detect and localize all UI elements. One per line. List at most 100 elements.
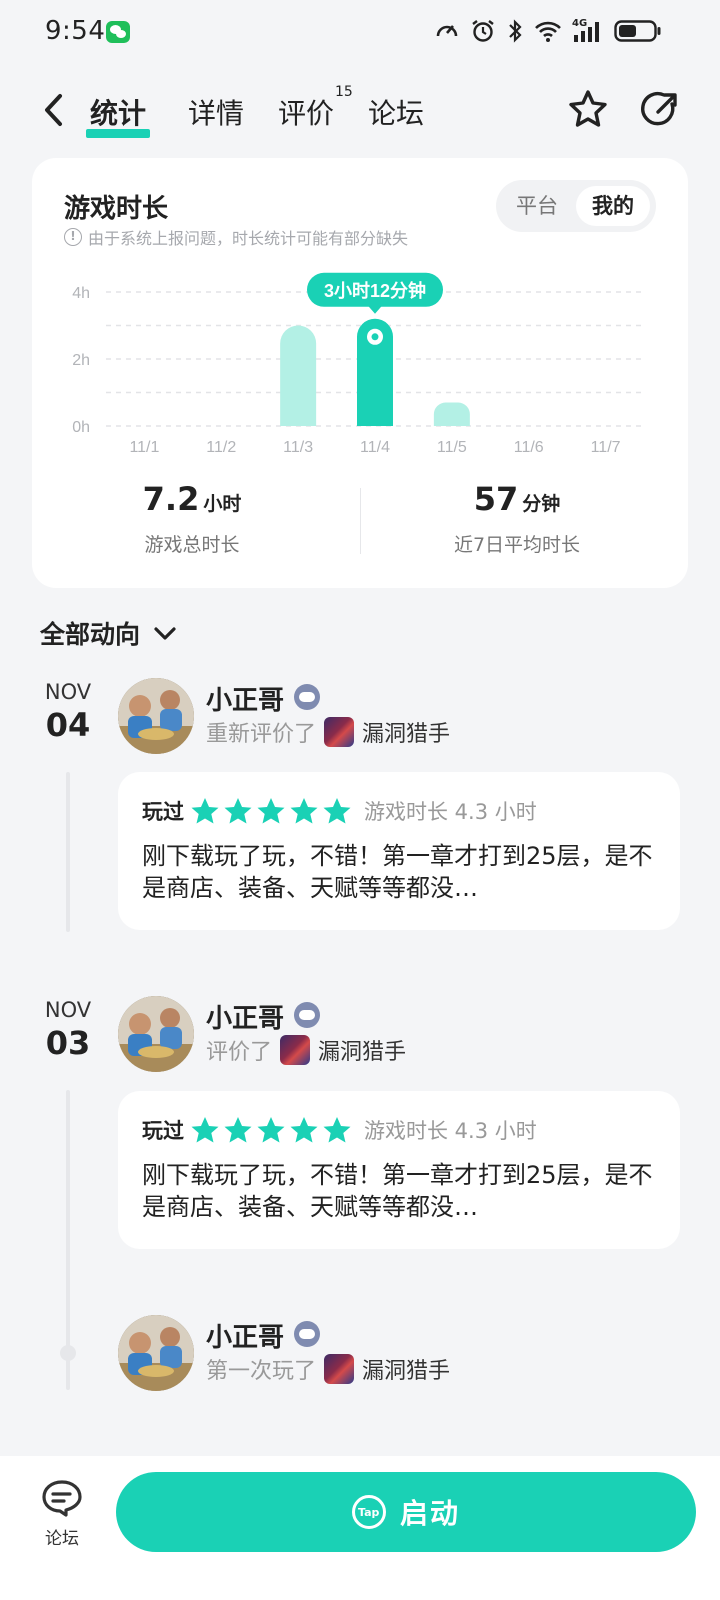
reviews-count-badge: 15: [335, 84, 353, 100]
rating-stars: [190, 796, 352, 826]
user-name[interactable]: 小正哥: [206, 680, 284, 717]
star-icon: [191, 798, 219, 824]
avatar-photo: [118, 678, 194, 754]
star-icon: [191, 1117, 219, 1143]
star-outline-icon: [569, 90, 607, 127]
y-tick-label: 0h: [72, 419, 90, 436]
x-tick-label: 11/4: [360, 439, 390, 456]
played-label: 玩过: [142, 800, 184, 824]
average-playtime-unit: 分钟: [522, 493, 561, 515]
average-playtime-value: 57: [473, 480, 519, 518]
x-tick-label: 11/7: [591, 439, 621, 456]
alarm-icon: [472, 20, 494, 42]
review-playtime: 游戏时长 4.3 小时: [364, 1119, 537, 1143]
avatar[interactable]: [118, 678, 194, 754]
chevron-left-icon: [45, 94, 62, 126]
toggle-mine[interactable]: 我的: [576, 186, 650, 226]
game-name[interactable]: 漏洞猎手: [362, 1353, 450, 1385]
entry-day: 04: [45, 706, 91, 744]
card-note: ! 由于系统上报问题，时长统计可能有部分缺失: [64, 225, 408, 249]
speed-icon: [436, 25, 458, 37]
star-icon: [290, 1117, 318, 1143]
info-icon: !: [64, 228, 82, 246]
review-head: 玩过 游戏时长 4.3 小时: [142, 796, 537, 826]
activity-filter-dropdown[interactable]: 全部动向: [40, 615, 178, 651]
chevron-down-icon: [154, 627, 176, 640]
y-tick-label: 4h: [72, 285, 90, 302]
share-icon: [641, 91, 677, 126]
game-name[interactable]: 漏洞猎手: [318, 1034, 406, 1066]
tab-reviews[interactable]: 评价: [278, 92, 334, 132]
active-tab-indicator: [86, 129, 151, 138]
gamer-badge-icon: [294, 1321, 320, 1347]
tab-details[interactable]: 详情: [188, 92, 244, 132]
signal-icon: [574, 22, 599, 42]
action-text: 评价了: [206, 1040, 273, 1065]
avatar-photo: [118, 1315, 194, 1391]
total-playtime-label: 游戏总时长: [144, 534, 240, 556]
share-button[interactable]: [638, 88, 682, 132]
avatar[interactable]: [118, 996, 194, 1072]
game-thumbnail[interactable]: [324, 717, 355, 747]
favorite-button[interactable]: [566, 88, 610, 132]
star-icon: [257, 1117, 285, 1143]
toggle-platform[interactable]: 平台: [502, 186, 572, 226]
game-name[interactable]: 漏洞猎手: [362, 716, 450, 748]
action-line: 第一次玩了 漏洞猎手: [206, 1353, 450, 1385]
action-text: 第一次玩了: [206, 1359, 317, 1384]
avatar-photo: [118, 996, 194, 1072]
activity-filter-label: 全部动向: [40, 620, 141, 649]
tooltip-text: 3小时12分钟: [324, 280, 426, 301]
game-thumbnail[interactable]: [280, 1035, 311, 1065]
network-indicator: 4G: [572, 18, 604, 44]
action-line: 重新评价了 漏洞猎手: [206, 716, 450, 748]
y-tick-label: 2h: [72, 352, 90, 369]
taptap-icon: Tap: [351, 1495, 386, 1529]
top-nav: 统计 详情 评价 15 论坛: [0, 84, 720, 144]
x-tick-label: 11/6: [514, 439, 544, 456]
launch-button[interactable]: Tap 启动: [116, 1472, 696, 1552]
wechat-notification-icon: [106, 21, 130, 43]
entry-day: 03: [45, 1024, 91, 1062]
bottom-bar: 论坛 Tap 启动: [0, 1456, 720, 1600]
rating-stars: [190, 1115, 352, 1145]
entry-month: NOV: [44, 680, 92, 704]
card-title: 游戏时长: [64, 194, 169, 224]
review-text: 刚下载玩了玩，不错！第一章才打到25层，是不是商店、装备、天赋等等都没…: [142, 1161, 653, 1221]
avatar[interactable]: [118, 1315, 194, 1391]
star-icon: [224, 1117, 252, 1143]
tab-stats[interactable]: 统计: [86, 92, 151, 138]
x-tick-label: 11/5: [437, 439, 467, 456]
forum-nav-button[interactable]: 论坛: [30, 1478, 94, 1549]
forum-chat-icon: [42, 1480, 82, 1517]
review-playtime: 游戏时长 4.3 小时: [364, 800, 537, 824]
forum-nav-label: 论坛: [45, 1529, 79, 1549]
user-name[interactable]: 小正哥: [206, 1317, 284, 1354]
playtime-bar-chart: 0h 2h 4h 11/1 11/2 11/3 11/4 11/5 11/6 11/7 3小时12分…: [72, 272, 644, 456]
tooltip-pointer: [368, 305, 382, 314]
average-playtime-label: 近7日平均时长: [453, 534, 581, 556]
back-button[interactable]: [36, 90, 72, 130]
total-playtime-unit: 小时: [203, 493, 242, 515]
action-line: 评价了 漏洞猎手: [206, 1034, 406, 1066]
total-playtime-value-line: 7.2 小时: [32, 480, 352, 518]
status-time: 9:54: [45, 16, 106, 46]
action-text: 重新评价了: [206, 722, 317, 747]
tab-forum[interactable]: 论坛: [368, 92, 424, 132]
gamer-badge-icon: [294, 1002, 320, 1028]
star-icon: [257, 798, 285, 824]
user-name[interactable]: 小正哥: [206, 998, 284, 1035]
battery-icon: [614, 20, 661, 42]
tab-stats-label: 统计: [90, 97, 147, 130]
game-thumbnail[interactable]: [324, 1354, 355, 1384]
review-card[interactable]: 玩过 游戏时长 4.3 小时 刚下载玩了玩，不错！第一章才打到25层，是不是商店…: [118, 772, 680, 930]
review-card[interactable]: 玩过 游戏时长 4.3 小时 刚下载玩了玩，不错！第一章才打到25层，是不是商店…: [118, 1091, 680, 1249]
taptap-icon-text: Tap: [357, 1506, 380, 1519]
average-playtime: 57 分钟 近7日平均时长: [357, 480, 677, 557]
bar: [433, 402, 470, 426]
played-label: 玩过: [142, 1119, 184, 1143]
playtime-stats-card: 游戏时长 ! 由于系统上报问题，时长统计可能有部分缺失 平台 我的 0h 2h 4h…: [32, 158, 688, 588]
gamer-badge-icon: [294, 684, 320, 710]
total-playtime: 7.2 小时 游戏总时长: [32, 480, 352, 557]
x-tick-label: 11/1: [129, 439, 159, 456]
